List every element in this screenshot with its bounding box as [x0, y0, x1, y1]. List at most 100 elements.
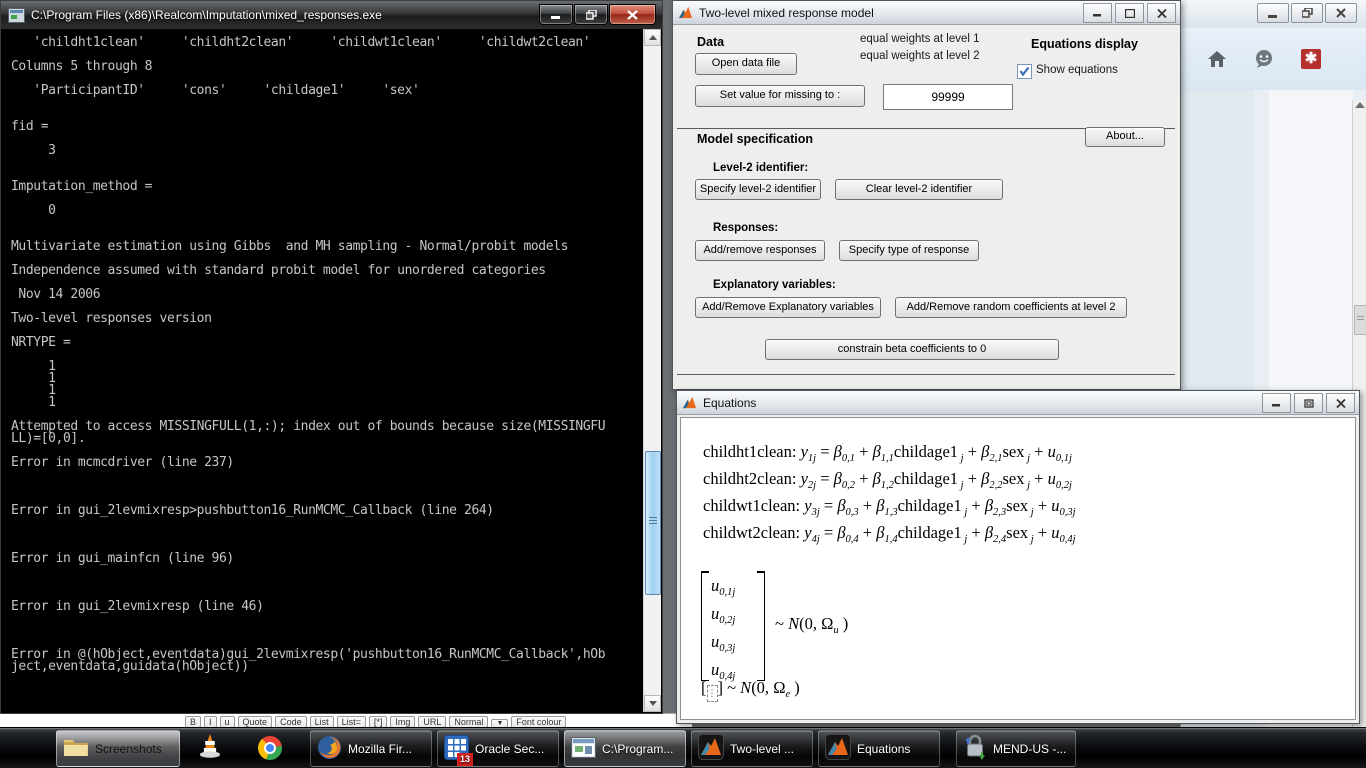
equation-token: 2,3 [993, 507, 1006, 518]
equation-token: u [711, 604, 719, 623]
scrollbar-thumb[interactable] [1354, 305, 1366, 335]
equations-minimize-button[interactable] [1262, 393, 1291, 413]
equation-response-label: childht1clean: [703, 442, 801, 461]
equation-token: β [837, 523, 845, 542]
equation-token: y [804, 496, 811, 515]
e-distribution: [⋮] ~ N(0, Ωe ) [701, 678, 800, 702]
equation-token: = [820, 523, 838, 542]
equation-token: 1j [808, 453, 816, 464]
equation-token: u [1051, 523, 1059, 542]
clear-level2-button[interactable]: Clear level-2 identifier [835, 179, 1003, 200]
taskbar-item-vlc[interactable] [192, 730, 232, 765]
equation-token: y [801, 442, 808, 461]
equation-token: + [964, 442, 982, 461]
e-vector-collapsed-box: ⋮ [707, 685, 718, 702]
notification-badge: 13 [457, 753, 473, 766]
console-close-button[interactable] [609, 4, 656, 25]
scroll-up-button[interactable] [644, 29, 661, 46]
level2-label: Level-2 identifier: [713, 162, 808, 174]
console-scrollbar[interactable] [643, 29, 661, 712]
console-app-icon [8, 8, 25, 23]
u-vector-entry: u0,2j [711, 604, 735, 626]
equation-token: β [837, 496, 845, 515]
scrollbar-thumb[interactable] [645, 451, 661, 595]
show-equations-label: Show equations [1036, 64, 1118, 76]
taskbar-item-screenshots[interactable]: Screenshots [56, 730, 180, 767]
equation-token: 0,3 [846, 507, 859, 518]
add-responses-button[interactable]: Add/remove responses [695, 240, 825, 261]
model-dialog: Two-level mixed response model Data equa… [672, 0, 1181, 390]
show-equations-checkbox[interactable] [1017, 64, 1032, 79]
equation-token: 0,3j [719, 643, 735, 654]
equation-token: β [873, 469, 881, 488]
equations-display-header: Equations display [1031, 37, 1138, 51]
equation-token: ) [790, 678, 800, 697]
set-missing-value-button[interactable]: Set value for missing to : [695, 85, 865, 107]
add-explanatory-button[interactable]: Add/Remove Explanatory variables [695, 297, 881, 318]
equation-token: 0,1j [1056, 453, 1072, 464]
explanatory-label: Explanatory variables: [713, 279, 836, 291]
taskbar-item-two-level[interactable]: Two-level ... [691, 730, 813, 767]
equation-token: u [1048, 469, 1056, 488]
taskbar-item-c-program[interactable]: C:\Program... [564, 730, 686, 767]
console-titlebar[interactable]: C:\Program Files (x86)\Realcom\Imputatio… [1, 1, 662, 29]
equation-token: 2j [808, 480, 816, 491]
model-dialog-titlebar[interactable]: Two-level mixed response model [673, 1, 1180, 25]
equation-token: + [855, 469, 873, 488]
responses-label: Responses: [713, 222, 778, 234]
dialog-minimize-button[interactable] [1083, 3, 1112, 23]
equation-token: + [964, 469, 982, 488]
model-spec-header: Model specification [697, 132, 813, 146]
type-response-button[interactable]: Specify type of response [839, 240, 979, 261]
constrain-beta-button[interactable]: constrain beta coefficients to 0 [765, 339, 1059, 360]
scroll-down-button[interactable] [644, 695, 661, 712]
equation-token: 0,3j [1060, 507, 1076, 518]
equation-token: ] ~ [718, 678, 741, 697]
browser-close-button[interactable] [1325, 3, 1357, 23]
missing-value-input[interactable]: 99999 [883, 84, 1013, 110]
chat-icon[interactable] [1253, 48, 1275, 70]
browser-minimize-button[interactable] [1257, 3, 1289, 23]
taskbar-item-mend-us[interactable]: MEND-US -... [956, 730, 1076, 767]
scroll-up-icon[interactable] [1355, 102, 1365, 108]
equation-token: 2,4 [993, 534, 1006, 545]
taskbar-item-oracle-sec[interactable]: 13Oracle Sec... [437, 730, 559, 767]
taskbar-item-chrome[interactable] [252, 730, 292, 765]
equation-token: = [816, 442, 834, 461]
equation-response-label: childht2clean: [703, 469, 801, 488]
browser-restore-button[interactable] [1291, 3, 1323, 23]
dialog-maximize-button[interactable] [1115, 3, 1144, 23]
equation-token: childage1 [894, 442, 958, 461]
equation-token: 4j [812, 534, 820, 545]
lastpass-icon[interactable]: ✱ [1301, 48, 1321, 70]
console-minimize-button[interactable] [539, 4, 573, 25]
taskbar-item-label: MEND-US -... [993, 742, 1066, 756]
add-random-coefficients-button[interactable]: Add/Remove random coefficients at level … [895, 297, 1127, 318]
u-distribution: ~ N(0, Ωu ) [775, 614, 848, 636]
chrome-icon [258, 736, 282, 760]
open-data-file-button[interactable]: Open data file [695, 53, 797, 75]
taskbar-item-equations[interactable]: Equations [818, 730, 940, 767]
equation-token: childage1 [894, 469, 958, 488]
console-restore-button[interactable] [574, 4, 608, 25]
weights-text-2: equal weights at level 2 [860, 50, 980, 62]
firefox-icon [317, 735, 342, 763]
equation-token: + [859, 496, 877, 515]
dialog-close-button[interactable] [1147, 3, 1176, 23]
equation-token: sex [1006, 523, 1028, 542]
model-dialog-title: Two-level mixed response model [699, 6, 874, 20]
equations-close-button[interactable] [1326, 393, 1355, 413]
browser-toolbar: ✱ [1181, 28, 1366, 90]
equations-restore-button[interactable] [1294, 393, 1323, 413]
equations-window: Equations childht1clean: y1j = β0,1 + β1… [676, 390, 1360, 724]
taskbar-item-mozilla-fir[interactable]: Mozilla Fir... [310, 730, 432, 767]
equation-token: y [801, 469, 808, 488]
equation-row: childht1clean: y1j = β0,1 + β1,1childage… [703, 442, 1072, 464]
specify-level2-button[interactable]: Specify level-2 identifier [695, 179, 821, 200]
equation-token: u [711, 660, 719, 679]
folder-icon [63, 736, 89, 761]
about-button[interactable]: About... [1085, 127, 1165, 147]
equations-titlebar[interactable]: Equations [677, 391, 1359, 415]
equation-token: sex [1003, 469, 1025, 488]
home-icon[interactable] [1207, 48, 1227, 70]
